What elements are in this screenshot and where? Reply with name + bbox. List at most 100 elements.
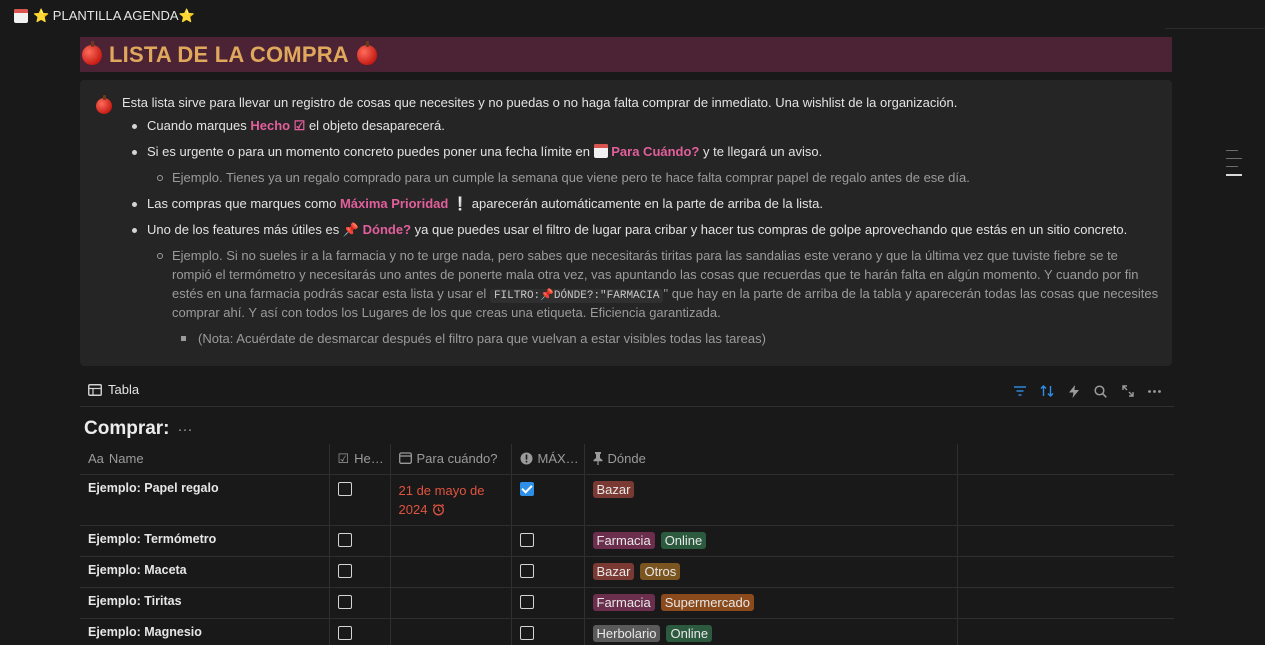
callout-intro: Esta lista sirve para llevar un registro…	[122, 95, 958, 110]
more-icon[interactable]	[1141, 381, 1168, 401]
table-row[interactable]: Ejemplo: Tiritas Farmacia Supermercado	[80, 587, 1174, 619]
location-tag: Online	[666, 625, 713, 642]
text-type-icon: Aa	[88, 451, 104, 466]
example-line: comprar ahí. Y así con todos los Lugares…	[172, 305, 721, 320]
column-header-name[interactable]: Aa Name	[80, 444, 330, 475]
info-callout: Esta lista sirve para llevar un registro…	[80, 80, 1172, 366]
text: ya que puedes usar el filtro de lugar pa…	[411, 222, 1128, 237]
done-checkbox[interactable]	[337, 482, 352, 496]
priority-checkbox[interactable]	[519, 533, 534, 547]
cell-empty	[956, 587, 1174, 619]
text: el objeto desaparecerá.	[305, 118, 445, 133]
cell-done	[328, 474, 391, 526]
cell-where[interactable]: Farmacia Online	[583, 525, 958, 557]
priority-checkbox[interactable]	[519, 482, 534, 496]
bullet	[132, 228, 137, 233]
text: Uno de los features más útiles es	[147, 222, 343, 237]
location-tag: Bazar	[592, 563, 635, 580]
view-tab-table[interactable]: Tabla	[88, 382, 139, 397]
priority-checkbox[interactable]	[519, 595, 534, 609]
view-label: Tabla	[108, 382, 140, 397]
outline-line	[1226, 166, 1238, 167]
cell-when[interactable]: 21 de mayo de 2024	[389, 474, 512, 526]
location-tag: Farmacia	[592, 532, 655, 549]
outline-line-active	[1226, 174, 1242, 176]
text: Las compras que marques como	[147, 196, 340, 211]
highlight-para-cuando: Para Cuándo?	[611, 144, 700, 159]
apple-icon	[356, 40, 377, 65]
cell-name[interactable]: Ejemplo: Magnesio	[80, 618, 330, 645]
sub-bullet	[157, 175, 163, 181]
location-tag: Supermercado	[660, 594, 754, 611]
heading-title: LISTA DE LA COMPRA	[109, 41, 349, 67]
pin-icon: 📌	[342, 222, 360, 237]
column-label: He…	[354, 451, 384, 466]
due-date-line: 21 de mayo de	[398, 483, 485, 498]
cell-when[interactable]	[389, 618, 512, 645]
location-tag: Herbolario	[592, 625, 661, 642]
cell-where[interactable]: Herbolario Online	[583, 618, 958, 645]
priority-checkbox[interactable]	[519, 626, 534, 640]
column-header-priority[interactable]: MÁX…	[510, 444, 585, 475]
cell-name[interactable]: Ejemplo: Tiritas	[80, 587, 330, 619]
bullet	[132, 124, 137, 129]
note-line: (Nota: Acuérdate de desmarcar después el…	[198, 331, 766, 346]
outline-line	[1226, 150, 1238, 151]
location-tag: Otros	[640, 563, 681, 580]
done-checkbox[interactable]	[337, 626, 352, 640]
sub-bullet	[157, 253, 163, 259]
priority-checkbox[interactable]	[519, 564, 534, 578]
database-more-icon[interactable]: ···	[178, 421, 193, 438]
text: Cuando marques	[147, 118, 251, 133]
cell-when[interactable]	[389, 525, 512, 557]
filter-icon[interactable]	[1006, 381, 1033, 401]
cell-where[interactable]: Farmacia Supermercado	[583, 587, 958, 619]
outline-minimap[interactable]	[1226, 150, 1242, 183]
table-row[interactable]: Ejemplo: Maceta Bazar Otros	[80, 556, 1174, 588]
search-icon[interactable]	[1087, 381, 1114, 401]
text: y te llegará un aviso.	[699, 144, 823, 159]
cell-name[interactable]: Ejemplo: Termómetro	[80, 525, 330, 557]
database-tools	[1006, 381, 1168, 401]
table-row[interactable]: Ejemplo: Termómetro Farmacia Online	[80, 525, 1174, 557]
inline-code-filter: FILTRO:📌DÓNDE?:"FARMACIA	[489, 289, 664, 303]
expand-icon[interactable]	[1114, 381, 1141, 401]
cell-name[interactable]: Ejemplo: Maceta	[80, 556, 330, 588]
done-checkbox[interactable]	[337, 564, 352, 578]
cell-priority	[510, 618, 585, 645]
text: estés en una farmacia podrás sacar esta …	[172, 286, 490, 301]
column-label: Name	[108, 451, 144, 466]
breadcrumb-title: ⭐️ PLANTILLA AGENDA⭐️	[33, 8, 195, 23]
table-row[interactable]: Ejemplo: Magnesio Herbolario Online	[80, 618, 1174, 645]
database-title-text[interactable]: Comprar:	[84, 418, 170, 440]
cell-name[interactable]: Ejemplo: Papel regalo	[80, 474, 330, 526]
location-tag: Bazar	[592, 481, 635, 498]
column-header-empty	[956, 444, 1174, 475]
bullet	[132, 202, 137, 207]
cell-empty	[956, 474, 1174, 526]
sub-sub-bullet	[181, 336, 186, 341]
done-checkbox[interactable]	[337, 533, 352, 547]
cell-when[interactable]	[389, 587, 512, 619]
cell-where[interactable]: Bazar Otros	[583, 556, 958, 588]
calendar-icon	[593, 144, 608, 158]
callout-icon-wrap	[96, 94, 112, 114]
cell-where[interactable]: Bazar	[583, 474, 958, 526]
text: Si es urgente o para un momento concreto…	[147, 144, 594, 159]
sort-icon[interactable]	[1033, 381, 1060, 401]
column-header-where[interactable]: Dónde	[583, 444, 958, 475]
column-header-when[interactable]: Para cuándo?	[389, 444, 512, 475]
table-header: Aa Name ☑ He… Para cuándo? MÁX… Dónde	[80, 444, 1174, 475]
column-header-done[interactable]: ☑ He…	[328, 444, 391, 475]
done-checkbox[interactable]	[337, 595, 352, 609]
bullet-where: Uno de los features más útiles es 📌 Dónd…	[147, 222, 1127, 238]
table-row[interactable]: Ejemplo: Papel regalo 21 de mayo de 2024 Ba…	[80, 474, 1174, 526]
apple-icon	[82, 40, 102, 65]
shopping-table: Aa Name ☑ He… Para cuándo? MÁX… Dónde Ejem…	[80, 444, 1174, 645]
cell-when[interactable]	[389, 556, 512, 588]
breadcrumb-page[interactable]: ⭐️ PLANTILLA AGENDA⭐️	[14, 8, 195, 24]
cell-done	[328, 587, 391, 619]
pin-type-icon	[593, 451, 603, 466]
bullet	[132, 150, 137, 155]
automation-icon[interactable]	[1060, 381, 1087, 401]
